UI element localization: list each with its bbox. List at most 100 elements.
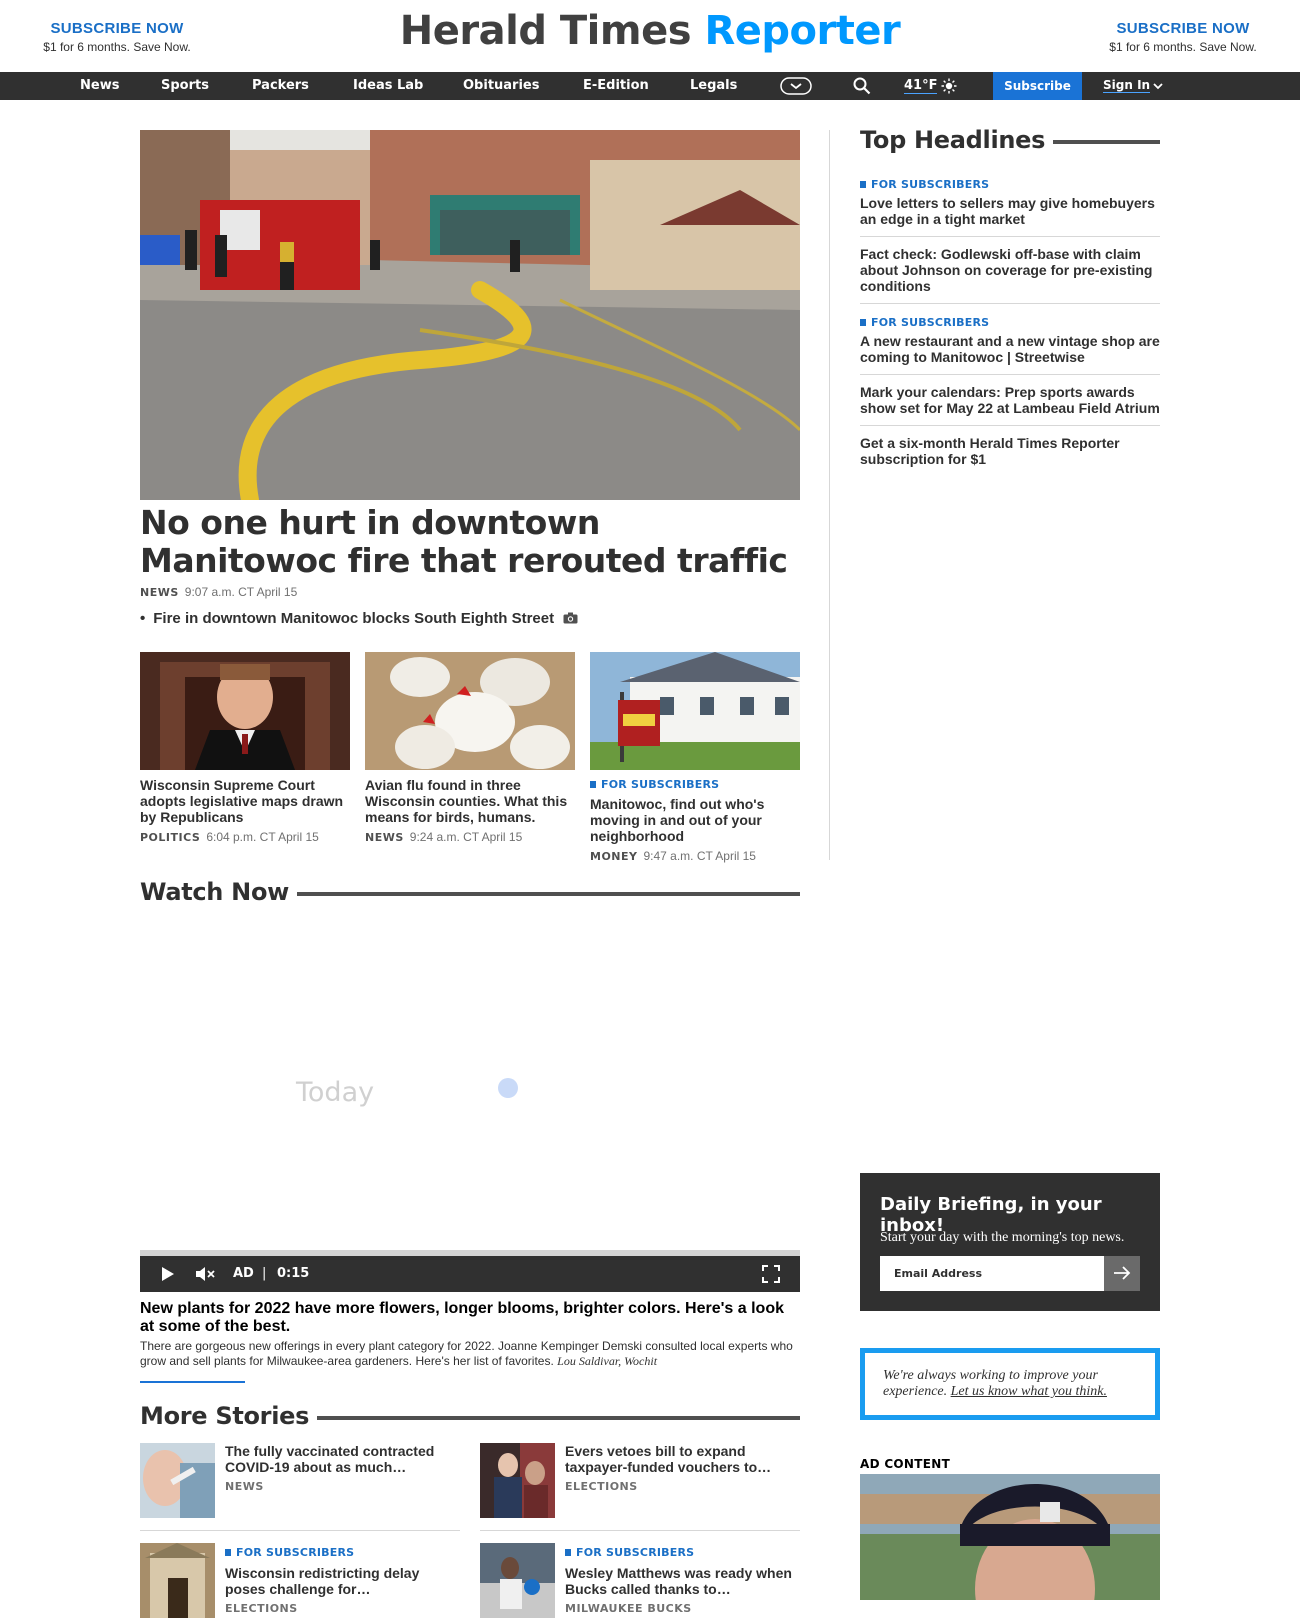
more-story-item[interactable]: FOR SUBSCRIBERS Wesley Matthews was read…	[480, 1543, 800, 1618]
story-thumbnail[interactable]	[480, 1443, 555, 1518]
subscribe-button[interactable]: Subscribe	[993, 72, 1082, 100]
column-divider	[829, 130, 830, 860]
video-title[interactable]: New plants for 2022 have more flowers, l…	[140, 1300, 800, 1336]
nav-item-sports[interactable]: Sports	[161, 78, 209, 93]
story-card[interactable]: FOR SUBSCRIBERS Manitowoc, find out who'…	[590, 652, 800, 863]
hero-section-label[interactable]: NEWS	[140, 586, 179, 599]
sun-icon[interactable]	[941, 78, 957, 99]
more-story-item[interactable]: Evers vetoes bill to expand taxpayer-fun…	[480, 1443, 800, 1518]
nav-item-news[interactable]: News	[80, 78, 119, 93]
for-subscribers-tag: FOR SUBSCRIBERS	[860, 316, 989, 329]
story-section-label[interactable]: ELECTIONS	[225, 1602, 460, 1615]
story-thumbnail[interactable]	[140, 1543, 215, 1618]
more-stories-heading: More Stories	[140, 1402, 800, 1430]
story-section-label[interactable]: ELECTIONS	[565, 1480, 800, 1493]
nav-item-legals[interactable]: Legals	[690, 78, 737, 93]
story-section-label[interactable]: MILWAUKEE BUCKS	[565, 1602, 800, 1615]
nav-item-ideas-lab[interactable]: Ideas Lab	[353, 78, 423, 93]
email-field[interactable]	[880, 1256, 1104, 1291]
hero-meta: NEWS 9:07 a.m. CT April 15	[140, 585, 297, 599]
for-subscribers-tag: FOR SUBSCRIBERS	[225, 1546, 354, 1559]
headline-item[interactable]: FOR SUBSCRIBERS Love letters to sellers …	[860, 175, 1160, 237]
weather-temperature[interactable]: 41°F	[904, 78, 938, 94]
video-player[interactable]	[140, 920, 800, 1250]
newsletter-submit-button[interactable]	[1104, 1256, 1140, 1291]
story-title[interactable]: Wisconsin redistricting delay poses chal…	[225, 1565, 460, 1597]
sign-in-link[interactable]: Sign In	[1103, 78, 1151, 93]
for-subscribers-tag: FOR SUBSCRIBERS	[565, 1546, 694, 1559]
story-section-label[interactable]: MONEY	[590, 850, 637, 863]
story-thumbnail[interactable]	[140, 652, 350, 770]
video-watermark: Today	[296, 1077, 375, 1108]
play-icon[interactable]	[162, 1267, 174, 1285]
watch-now-heading: Watch Now	[140, 878, 800, 906]
promo-subtitle[interactable]: $1 for 6 months. Save Now.	[1083, 40, 1283, 54]
headline-item[interactable]: Fact check: Godlewski off-base with clai…	[860, 246, 1160, 304]
headline-item[interactable]: Get a six-month Herald Times Reporter su…	[860, 435, 1160, 476]
loading-spinner-icon	[497, 1077, 519, 1104]
story-title[interactable]: Evers vetoes bill to expand taxpayer-fun…	[565, 1443, 800, 1475]
video-credit: Lou Saldivar, Wochit	[557, 1354, 658, 1368]
chevron-down-icon[interactable]	[1152, 79, 1164, 97]
story-divider	[480, 1530, 800, 1531]
story-thumbnail[interactable]	[140, 1443, 215, 1518]
hero-photo[interactable]	[140, 130, 800, 500]
headline-title[interactable]: A new restaurant and a new vintage shop …	[860, 333, 1160, 365]
story-thumbnail[interactable]	[365, 652, 575, 770]
masthead-part1[interactable]: Herald Times	[400, 8, 692, 54]
story-section-label[interactable]: NEWS	[365, 831, 404, 844]
promo-title[interactable]: SUBSCRIBE NOW	[1083, 20, 1283, 37]
main-nav: News Sports Packers Ideas Lab Obituaries…	[0, 72, 1300, 100]
nav-item-packers[interactable]: Packers	[252, 78, 309, 93]
story-timestamp: 9:24 a.m. CT April 15	[409, 830, 523, 844]
hero-headline[interactable]: No one hurt in downtown Manitowoc fire t…	[140, 504, 800, 580]
story-divider	[140, 1530, 460, 1531]
story-thumbnail[interactable]	[590, 652, 800, 770]
top-bar: SUBSCRIBE NOW $1 for 6 months. Save Now.…	[0, 0, 1300, 72]
feedback-link[interactable]: Let us know what you think.	[951, 1384, 1107, 1399]
headline-title[interactable]: Love letters to sellers may give homebuy…	[860, 195, 1160, 227]
more-menu-icon[interactable]	[780, 77, 812, 100]
more-story-item[interactable]: The fully vaccinated contracted COVID-19…	[140, 1443, 460, 1518]
story-title[interactable]: Manitowoc, find out who's moving in and …	[590, 796, 800, 844]
story-title[interactable]: Wesley Matthews was ready when Bucks cal…	[565, 1565, 800, 1597]
ad-image[interactable]	[860, 1474, 1160, 1600]
nav-item-obituaries[interactable]: Obituaries	[463, 78, 539, 93]
hero-timestamp: 9:07 a.m. CT April 15	[184, 585, 298, 599]
headline-item[interactable]: FOR SUBSCRIBERS A new restaurant and a n…	[860, 313, 1160, 375]
ad-content-label: AD CONTENT	[860, 1457, 951, 1471]
mute-icon[interactable]	[196, 1266, 216, 1286]
headline-item[interactable]: Mark your calendars: Prep sports awards …	[860, 384, 1160, 426]
fullscreen-icon[interactable]	[762, 1265, 780, 1287]
headline-title[interactable]: Get a six-month Herald Times Reporter su…	[860, 435, 1160, 467]
story-title[interactable]: Wisconsin Supreme Court adopts legislati…	[140, 777, 350, 825]
camera-icon	[563, 611, 578, 628]
subscribe-promo-right[interactable]: SUBSCRIBE NOW $1 for 6 months. Save Now.	[1083, 20, 1283, 54]
video-divider	[140, 1381, 245, 1383]
headline-title[interactable]: Mark your calendars: Prep sports awards …	[860, 384, 1160, 416]
video-description: There are gorgeous new offerings in ever…	[140, 1339, 800, 1369]
story-card[interactable]: Wisconsin Supreme Court adopts legislati…	[140, 652, 350, 844]
story-card[interactable]: Avian flu found in three Wisconsin count…	[365, 652, 575, 844]
more-story-item[interactable]: FOR SUBSCRIBERS Wisconsin redistricting …	[140, 1543, 460, 1618]
hero-related-link[interactable]: • Fire in downtown Manitowoc blocks South…	[140, 610, 578, 628]
ad-indicator: AD	[233, 1266, 254, 1281]
story-thumbnail[interactable]	[480, 1543, 555, 1618]
story-timestamp: 9:47 a.m. CT April 15	[643, 849, 756, 863]
for-subscribers-tag: FOR SUBSCRIBERS	[590, 778, 719, 791]
nav-item-e-edition[interactable]: E-Edition	[583, 78, 649, 93]
story-title[interactable]: Avian flu found in three Wisconsin count…	[365, 777, 575, 825]
headline-title[interactable]: Fact check: Godlewski off-base with clai…	[860, 246, 1160, 294]
newsletter-signup: Daily Briefing, in your inbox! Start you…	[860, 1173, 1160, 1311]
feedback-box: We're always working to improve your exp…	[860, 1348, 1160, 1420]
search-icon[interactable]	[853, 77, 871, 100]
story-section-label[interactable]: POLITICS	[140, 831, 200, 844]
masthead-part2[interactable]: Reporter	[704, 8, 900, 54]
hero-related-text[interactable]: Fire in downtown Manitowoc blocks South …	[153, 610, 554, 627]
video-description-text: There are gorgeous new offerings in ever…	[140, 1339, 793, 1368]
section-title: Watch Now	[140, 878, 289, 906]
story-title[interactable]: The fully vaccinated contracted COVID-19…	[225, 1443, 460, 1475]
video-controls: AD | 0:15	[140, 1256, 800, 1292]
story-section-label[interactable]: NEWS	[225, 1480, 460, 1493]
section-title: Top Headlines	[860, 126, 1046, 154]
